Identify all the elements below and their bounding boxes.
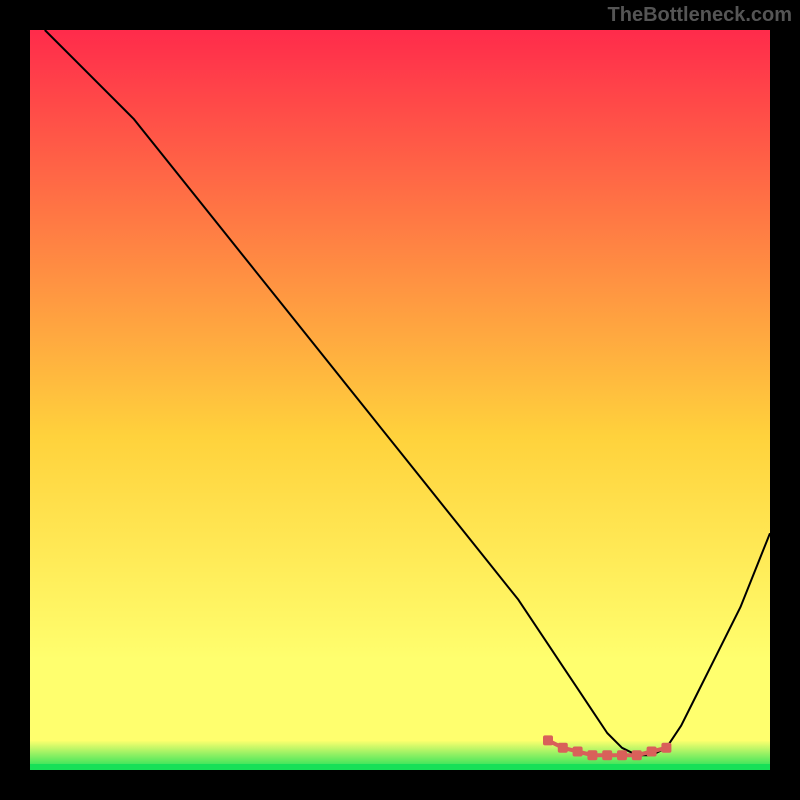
chart-plot xyxy=(30,30,770,770)
watermark-text: TheBottleneck.com xyxy=(608,4,792,27)
